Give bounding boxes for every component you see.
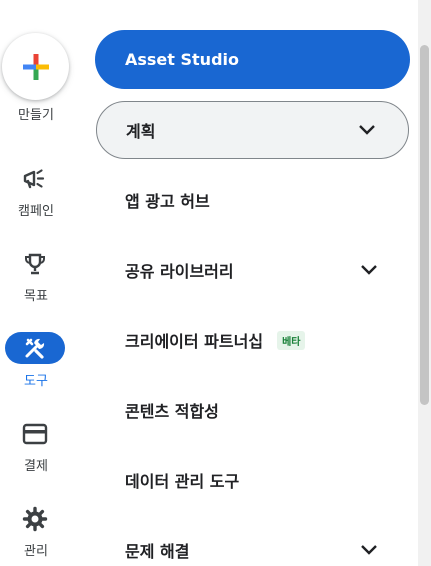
menu-item-label: Asset Studio [125, 50, 239, 69]
rail-label-admin: 관리 [24, 544, 48, 559]
tools-icon [5, 332, 65, 364]
menu-item-creator-partnerships[interactable]: 크리에이터 파트너십 베타 [95, 318, 410, 362]
chevron-down-icon [361, 545, 377, 555]
menu-item-shared-library[interactable]: 공유 라이브러리 [95, 248, 410, 292]
rail-label-campaigns: 캠페인 [18, 204, 54, 219]
rail-label-tools: 도구 [24, 374, 48, 389]
rail-label-goals: 목표 [24, 289, 48, 304]
menu-item-app-ads-hub[interactable]: 앱 광고 허브 [95, 178, 410, 222]
trophy-icon [20, 251, 50, 277]
credit-card-icon [20, 421, 50, 447]
gear-icon [20, 506, 50, 532]
beta-badge: 베타 [277, 330, 306, 350]
menu-item-label: 문제 해결 [125, 542, 190, 561]
menu-item-label: 데이터 관리 도구 [125, 472, 240, 491]
megaphone-icon [20, 166, 50, 192]
menu-item-content-suitability[interactable]: 콘텐츠 적합성 [95, 388, 410, 432]
menu-item-planning[interactable]: 계획 [96, 101, 409, 159]
menu-item-data-manager[interactable]: 데이터 관리 도구 [95, 458, 410, 502]
chevron-down-icon [359, 125, 375, 135]
menu-item-label: 크리에이터 파트너십 [125, 332, 264, 351]
tools-menu: Asset Studio 계획 앱 광고 허브 공유 라이브러리 크리에이터 파… [95, 0, 411, 566]
menu-item-troubleshooting[interactable]: 문제 해결 [95, 528, 410, 566]
create-label: 만들기 [18, 108, 54, 123]
menu-item-label: 콘텐츠 적합성 [125, 402, 219, 421]
left-rail: 만들기 캠페인 목표 도구 결제 관리 [0, 0, 72, 566]
menu-item-label: 계획 [126, 122, 156, 141]
scrollbar-thumb[interactable] [420, 45, 429, 405]
menu-item-label: 공유 라이브러리 [125, 262, 234, 281]
chevron-down-icon [361, 265, 377, 275]
rail-label-billing: 결제 [24, 459, 48, 474]
scrollbar[interactable] [418, 0, 431, 566]
tools-navigation-page: 만들기 캠페인 목표 도구 결제 관리 Asset Studio 계획 앱 광고… [0, 0, 431, 566]
menu-item-asset-studio[interactable]: Asset Studio [95, 30, 410, 89]
create-button[interactable] [2, 33, 69, 100]
menu-item-label: 앱 광고 허브 [125, 192, 210, 211]
plus-icon [22, 53, 49, 80]
